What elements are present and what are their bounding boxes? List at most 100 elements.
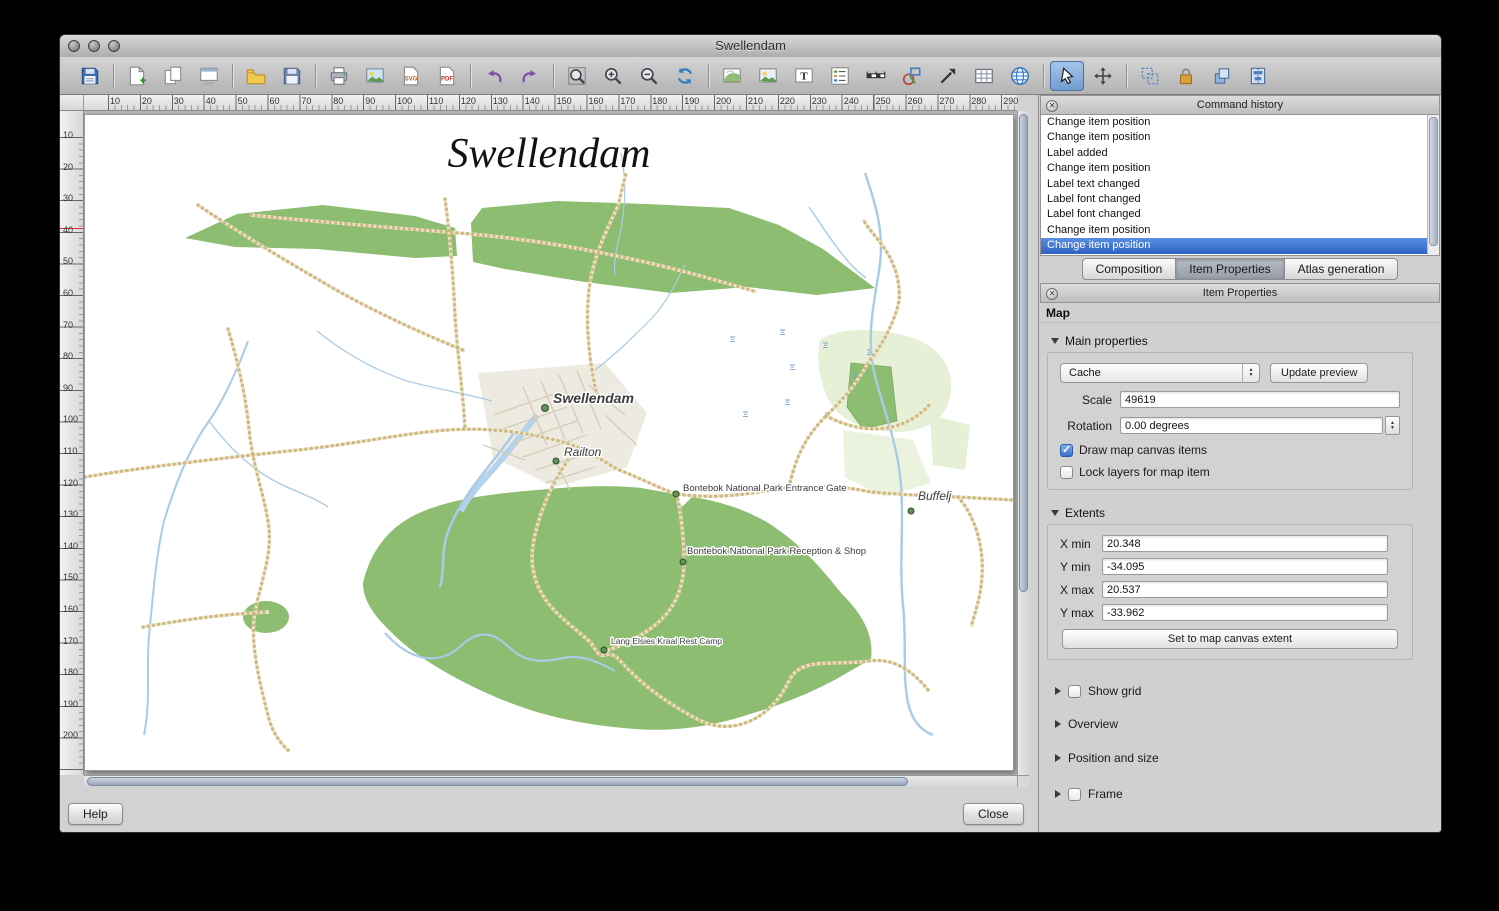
add-label-button[interactable]: T [787, 61, 821, 91]
add-table-button[interactable] [967, 61, 1001, 91]
scale-label: Scale [1060, 393, 1112, 407]
add-html-icon [1009, 65, 1031, 87]
disclosure-triangle-icon[interactable] [1055, 754, 1061, 762]
group-position-and-size[interactable]: Position and size [1055, 749, 1441, 767]
tab-atlas-generation[interactable]: Atlas generation [1285, 258, 1399, 280]
zoom-in-button[interactable] [596, 61, 630, 91]
add-scalebar-button[interactable] [859, 61, 893, 91]
horizontal-scrollbar-thumb[interactable] [87, 777, 908, 786]
draw-map-canvas-items-checkbox[interactable] [1060, 444, 1073, 457]
ruler-mark: 130 [63, 509, 78, 519]
extent-field-input[interactable] [1102, 558, 1388, 575]
lock-items-icon [1175, 65, 1197, 87]
select-move-item-button[interactable] [1050, 61, 1084, 91]
save-template-button[interactable] [275, 61, 309, 91]
print-button[interactable] [322, 61, 356, 91]
extent-field-input[interactable] [1102, 604, 1388, 621]
tab-composition[interactable]: Composition [1082, 258, 1177, 280]
ruler-mark: 100 [397, 96, 412, 106]
add-arrow-button[interactable] [931, 61, 965, 91]
select-move-item-icon [1056, 65, 1078, 87]
load-template-button[interactable] [239, 61, 273, 91]
group-frame[interactable]: Frame [1055, 785, 1441, 803]
update-preview-button[interactable]: Update preview [1270, 363, 1368, 383]
composer-paper[interactable]: Swellendam Railton Bontebok National Par… [85, 115, 1013, 770]
rotation-input[interactable] [1120, 417, 1383, 434]
history-item[interactable]: Label font changed [1041, 207, 1439, 222]
extents-group: X minY minX maxY max Set to map canvas e… [1047, 524, 1413, 660]
group-checkbox[interactable] [1068, 788, 1081, 801]
move-item-content-button[interactable] [1086, 61, 1120, 91]
add-legend-button[interactable] [823, 61, 857, 91]
add-shape-button[interactable] [895, 61, 929, 91]
vertical-scrollbar-thumb[interactable] [1019, 114, 1028, 592]
disclosure-triangle-icon[interactable] [1055, 790, 1061, 798]
close-panel-icon[interactable]: ✕ [1046, 288, 1058, 300]
set-to-map-canvas-extent-button[interactable]: Set to map canvas extent [1062, 629, 1398, 649]
disclosure-triangle-icon[interactable] [1051, 510, 1059, 516]
cache-mode-dropdown[interactable]: Cache ▲▼ [1060, 363, 1260, 383]
export-image-button[interactable] [358, 61, 392, 91]
close-panel-icon[interactable]: ✕ [1046, 100, 1058, 112]
refresh-view-button[interactable] [668, 61, 702, 91]
item-properties-title: Item Properties [1041, 284, 1439, 302]
tab-item-properties[interactable]: Item Properties [1176, 258, 1284, 280]
map-item[interactable]: Swellendam Railton Bontebok National Par… [85, 115, 1013, 770]
export-svg-button[interactable]: SVG [394, 61, 428, 91]
draw-map-canvas-items-label: Draw map canvas items [1079, 443, 1207, 457]
history-scrollbar-thumb[interactable] [1429, 117, 1438, 246]
history-item[interactable]: Change item position [1041, 115, 1439, 130]
export-pdf-button[interactable]: PDF [430, 61, 464, 91]
toolbar-separator [553, 64, 554, 88]
history-item[interactable]: Label font changed [1041, 192, 1439, 207]
close-button[interactable]: Close [963, 803, 1024, 825]
svg-text:T: T [800, 70, 808, 82]
composer-manager-button[interactable] [192, 61, 226, 91]
history-item[interactable]: Label added [1041, 146, 1439, 161]
ruler-mark: 220 [780, 96, 795, 106]
history-item[interactable]: Change item position [1041, 130, 1439, 145]
align-items-button[interactable] [1241, 61, 1275, 91]
add-map-button[interactable] [715, 61, 749, 91]
zoom-full-button[interactable] [560, 61, 594, 91]
duplicate-composition-button[interactable] [156, 61, 190, 91]
canvas-column: 1020304050607080901001101201301401501601… [60, 95, 1029, 832]
group-checkbox[interactable] [1068, 685, 1081, 698]
save-project-button[interactable] [73, 61, 107, 91]
scale-input[interactable] [1120, 391, 1400, 408]
window-titlebar[interactable]: Swellendam [60, 35, 1441, 58]
disclosure-triangle-icon[interactable] [1055, 720, 1061, 728]
extents-header[interactable]: Extents [1051, 506, 1441, 520]
main-properties-header[interactable]: Main properties [1051, 334, 1441, 348]
add-image-button[interactable] [751, 61, 785, 91]
group-items-button[interactable] [1133, 61, 1167, 91]
spinner-down-icon[interactable]: ▼ [1390, 426, 1395, 431]
composition-canvas[interactable]: Swellendam Railton Bontebok National Par… [84, 111, 1017, 775]
history-item[interactable]: Label text changed [1041, 177, 1439, 192]
group-overview[interactable]: Overview [1055, 715, 1441, 733]
composer-title-label[interactable]: Swellendam [448, 131, 651, 177]
lock-layers-checkbox[interactable] [1060, 466, 1073, 479]
disclosure-triangle-icon[interactable] [1051, 338, 1059, 344]
rotation-spinner[interactable]: ▲▼ [1385, 416, 1400, 435]
group-show-grid[interactable]: Show grid [1055, 682, 1441, 700]
zoom-out-button[interactable] [632, 61, 666, 91]
lock-items-button[interactable] [1169, 61, 1203, 91]
raise-items-button[interactable] [1205, 61, 1239, 91]
new-composition-button[interactable] [120, 61, 154, 91]
extent-field-label: Y max [1060, 606, 1102, 620]
extent-field-input[interactable] [1102, 581, 1388, 598]
history-item[interactable]: Change item position [1041, 161, 1439, 176]
redo-button[interactable] [513, 61, 547, 91]
extent-field-input[interactable] [1102, 535, 1388, 552]
add-html-button[interactable] [1003, 61, 1037, 91]
export-pdf-icon: PDF [436, 65, 458, 87]
history-item[interactable]: Change item position [1041, 238, 1439, 253]
history-item[interactable]: Change item position [1041, 223, 1439, 238]
help-button[interactable]: Help [68, 803, 123, 825]
command-history-list: Change item positionChange item position… [1040, 115, 1440, 256]
add-legend-icon [829, 65, 851, 87]
disclosure-triangle-icon[interactable] [1055, 687, 1061, 695]
undo-button[interactable] [477, 61, 511, 91]
add-image-icon [757, 65, 779, 87]
